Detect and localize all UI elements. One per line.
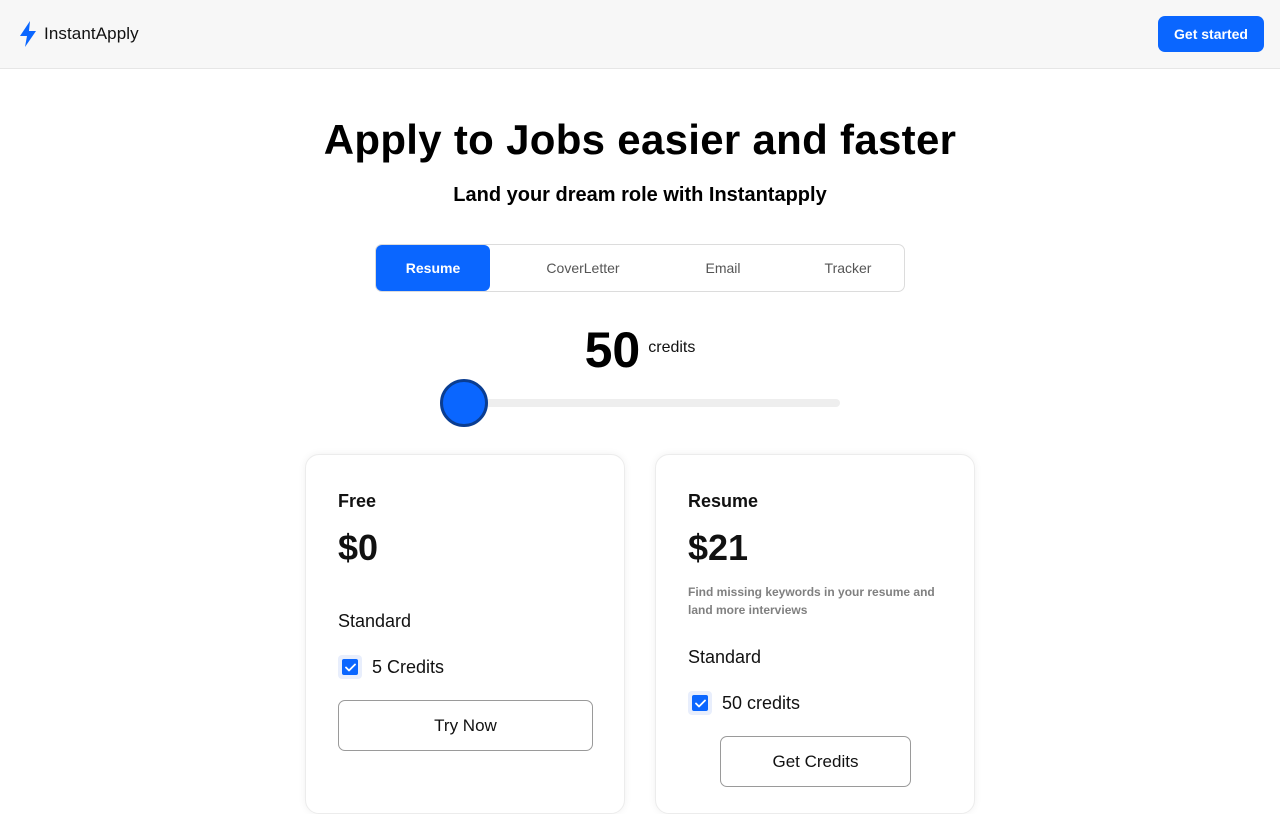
plan-price: $21 [688,527,749,568]
brand-name: InstantApply [44,24,139,43]
hero-subtitle: Land your dream role with Instantapply [453,184,827,206]
plan-tier-label: Standard [338,611,412,631]
hero-title: Apply to Jobs easier and faster [323,116,957,163]
plan-name: Free [338,491,377,511]
plan-feature-text: 50 credits [722,692,801,713]
plan-name: Resume [688,491,759,511]
tab-coverletter[interactable]: CoverLetter [518,245,648,291]
feature-checkbox[interactable] [688,691,712,715]
plan-card-free: Free $0 Standard 5 Credits Try Now [305,454,625,814]
brand-logo[interactable]: InstantApply [18,20,139,48]
get-started-button[interactable]: Get started [1158,16,1264,52]
tab-resume[interactable]: Resume [376,245,490,291]
try-now-button[interactable]: Try Now [338,700,593,751]
tab-email[interactable]: Email [676,245,770,291]
checkmark-icon [344,663,356,671]
get-credits-button[interactable]: Get Credits [720,736,911,787]
credits-display: 50 credits [0,322,1280,378]
credits-amount: 50 [584,322,641,378]
plan-feature: 50 credits [688,691,800,715]
plan-feature-text: 5 Credits [372,656,445,677]
lightning-bolt-icon [18,21,38,47]
credits-slider-track[interactable] [464,399,840,407]
credits-slider-thumb[interactable] [440,379,488,427]
top-navbar: InstantApply Get started [0,0,1280,69]
tab-tracker[interactable]: Tracker [796,245,900,291]
plan-tier-label: Standard [688,647,762,667]
feature-checkbox[interactable] [338,655,362,679]
product-tabs: Resume CoverLetter Email Tracker [375,244,905,292]
checkmark-icon [694,699,706,707]
plan-feature: 5 Credits [338,655,444,679]
plan-card-resume: Resume $21 Find missing keywords in your… [655,454,975,814]
plan-price: $0 [338,527,379,568]
credits-unit: credits [648,339,696,356]
plan-description: Find missing keywords in your resume and… [688,585,935,617]
